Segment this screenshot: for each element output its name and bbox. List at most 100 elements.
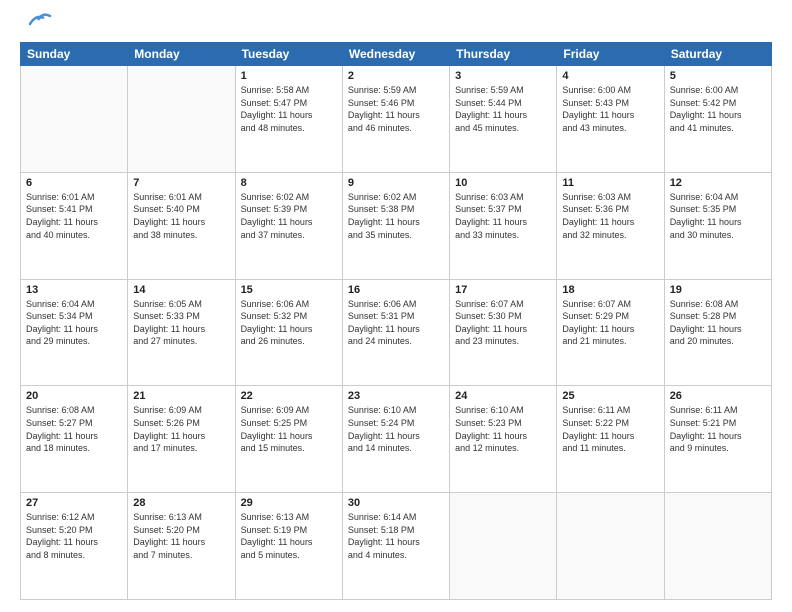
calendar-cell: 6 Sunrise: 6:01 AM Sunset: 5:41 PM Daylig…	[21, 172, 128, 279]
day-number: 16	[348, 284, 444, 296]
calendar-cell	[21, 66, 128, 173]
calendar-cell: 4 Sunrise: 6:00 AM Sunset: 5:43 PM Daylig…	[557, 66, 664, 173]
day-info: Sunrise: 6:07 AM Sunset: 5:29 PM Dayligh…	[562, 298, 658, 348]
calendar-cell: 18 Sunrise: 6:07 AM Sunset: 5:29 PM Dayli…	[557, 279, 664, 386]
calendar-cell: 25 Sunrise: 6:11 AM Sunset: 5:22 PM Dayli…	[557, 386, 664, 493]
day-number: 18	[562, 284, 658, 296]
calendar-cell	[557, 493, 664, 600]
day-number: 8	[241, 177, 337, 189]
day-number: 13	[26, 284, 122, 296]
weekday-header: Monday	[128, 43, 235, 66]
calendar-cell: 27 Sunrise: 6:12 AM Sunset: 5:20 PM Dayli…	[21, 493, 128, 600]
calendar-week-row: 20 Sunrise: 6:08 AM Sunset: 5:27 PM Dayli…	[21, 386, 772, 493]
day-info: Sunrise: 6:04 AM Sunset: 5:35 PM Dayligh…	[670, 191, 766, 241]
day-info: Sunrise: 5:59 AM Sunset: 5:44 PM Dayligh…	[455, 84, 551, 134]
weekday-header: Tuesday	[235, 43, 342, 66]
day-number: 9	[348, 177, 444, 189]
day-info: Sunrise: 6:01 AM Sunset: 5:40 PM Dayligh…	[133, 191, 229, 241]
calendar-cell: 13 Sunrise: 6:04 AM Sunset: 5:34 PM Dayli…	[21, 279, 128, 386]
day-info: Sunrise: 6:09 AM Sunset: 5:26 PM Dayligh…	[133, 404, 229, 454]
calendar-cell: 14Sunrise: 6:05 AM Sunset: 5:33 PM Dayli…	[128, 279, 235, 386]
weekday-header: Sunday	[21, 43, 128, 66]
calendar-cell: 16 Sunrise: 6:06 AM Sunset: 5:31 PM Dayli…	[342, 279, 449, 386]
day-info: Sunrise: 6:05 AM Sunset: 5:33 PM Dayligh…	[133, 298, 229, 348]
calendar-cell: 26Sunrise: 6:11 AM Sunset: 5:21 PM Dayli…	[664, 386, 771, 493]
calendar-table: SundayMondayTuesdayWednesdayThursdayFrid…	[20, 42, 772, 600]
calendar-cell: 24Sunrise: 6:10 AM Sunset: 5:23 PM Dayli…	[450, 386, 557, 493]
day-number: 20	[26, 390, 122, 402]
day-info: Sunrise: 6:08 AM Sunset: 5:28 PM Dayligh…	[670, 298, 766, 348]
logo-bird-icon	[22, 10, 54, 32]
day-info: Sunrise: 5:58 AM Sunset: 5:47 PM Dayligh…	[241, 84, 337, 134]
day-info: Sunrise: 6:01 AM Sunset: 5:41 PM Dayligh…	[26, 191, 122, 241]
calendar-cell: 5 Sunrise: 6:00 AM Sunset: 5:42 PM Daylig…	[664, 66, 771, 173]
calendar-cell: 22 Sunrise: 6:09 AM Sunset: 5:25 PM Dayli…	[235, 386, 342, 493]
day-info: Sunrise: 6:12 AM Sunset: 5:20 PM Dayligh…	[26, 511, 122, 561]
calendar-cell	[664, 493, 771, 600]
day-info: Sunrise: 6:06 AM Sunset: 5:32 PM Dayligh…	[241, 298, 337, 348]
day-number: 6	[26, 177, 122, 189]
calendar-cell: 10 Sunrise: 6:03 AM Sunset: 5:37 PM Dayli…	[450, 172, 557, 279]
day-number: 30	[348, 497, 444, 509]
day-info: Sunrise: 6:03 AM Sunset: 5:37 PM Dayligh…	[455, 191, 551, 241]
calendar-week-row: 1 Sunrise: 5:58 AM Sunset: 5:47 PM Daylig…	[21, 66, 772, 173]
day-info: Sunrise: 6:04 AM Sunset: 5:34 PM Dayligh…	[26, 298, 122, 348]
calendar-cell: 20 Sunrise: 6:08 AM Sunset: 5:27 PM Dayli…	[21, 386, 128, 493]
page: SundayMondayTuesdayWednesdayThursdayFrid…	[0, 0, 792, 612]
day-info: Sunrise: 6:13 AM Sunset: 5:19 PM Dayligh…	[241, 511, 337, 561]
calendar-cell: 23 Sunrise: 6:10 AM Sunset: 5:24 PM Dayli…	[342, 386, 449, 493]
calendar-cell: 28 Sunrise: 6:13 AM Sunset: 5:20 PM Dayli…	[128, 493, 235, 600]
day-number: 7	[133, 177, 229, 189]
day-info: Sunrise: 6:10 AM Sunset: 5:24 PM Dayligh…	[348, 404, 444, 454]
calendar-cell: 12 Sunrise: 6:04 AM Sunset: 5:35 PM Dayli…	[664, 172, 771, 279]
calendar-week-row: 27 Sunrise: 6:12 AM Sunset: 5:20 PM Dayli…	[21, 493, 772, 600]
day-info: Sunrise: 6:03 AM Sunset: 5:36 PM Dayligh…	[562, 191, 658, 241]
day-number: 25	[562, 390, 658, 402]
day-info: Sunrise: 6:14 AM Sunset: 5:18 PM Dayligh…	[348, 511, 444, 561]
calendar-header-row: SundayMondayTuesdayWednesdayThursdayFrid…	[21, 43, 772, 66]
day-info: Sunrise: 6:06 AM Sunset: 5:31 PM Dayligh…	[348, 298, 444, 348]
calendar-cell	[450, 493, 557, 600]
day-number: 4	[562, 70, 658, 82]
calendar-cell: 2 Sunrise: 5:59 AM Sunset: 5:46 PM Daylig…	[342, 66, 449, 173]
day-info: Sunrise: 6:11 AM Sunset: 5:22 PM Dayligh…	[562, 404, 658, 454]
day-number: 3	[455, 70, 551, 82]
calendar-cell: 21 Sunrise: 6:09 AM Sunset: 5:26 PM Dayli…	[128, 386, 235, 493]
day-number: 28	[133, 497, 229, 509]
day-number: 21	[133, 390, 229, 402]
weekday-header: Wednesday	[342, 43, 449, 66]
calendar-week-row: 13 Sunrise: 6:04 AM Sunset: 5:34 PM Dayli…	[21, 279, 772, 386]
day-number: 29	[241, 497, 337, 509]
day-info: Sunrise: 6:02 AM Sunset: 5:38 PM Dayligh…	[348, 191, 444, 241]
weekday-header: Friday	[557, 43, 664, 66]
day-info: Sunrise: 6:09 AM Sunset: 5:25 PM Dayligh…	[241, 404, 337, 454]
day-number: 27	[26, 497, 122, 509]
day-number: 5	[670, 70, 766, 82]
day-info: Sunrise: 6:08 AM Sunset: 5:27 PM Dayligh…	[26, 404, 122, 454]
calendar-cell: 17Sunrise: 6:07 AM Sunset: 5:30 PM Dayli…	[450, 279, 557, 386]
calendar-cell: 11 Sunrise: 6:03 AM Sunset: 5:36 PM Dayli…	[557, 172, 664, 279]
day-number: 2	[348, 70, 444, 82]
day-info: Sunrise: 6:02 AM Sunset: 5:39 PM Dayligh…	[241, 191, 337, 241]
day-info: Sunrise: 6:13 AM Sunset: 5:20 PM Dayligh…	[133, 511, 229, 561]
day-number: 1	[241, 70, 337, 82]
day-number: 15	[241, 284, 337, 296]
logo	[20, 16, 54, 32]
calendar-cell: 1 Sunrise: 5:58 AM Sunset: 5:47 PM Daylig…	[235, 66, 342, 173]
day-number: 19	[670, 284, 766, 296]
day-number: 22	[241, 390, 337, 402]
day-info: Sunrise: 5:59 AM Sunset: 5:46 PM Dayligh…	[348, 84, 444, 134]
calendar-week-row: 6 Sunrise: 6:01 AM Sunset: 5:41 PM Daylig…	[21, 172, 772, 279]
day-number: 11	[562, 177, 658, 189]
calendar-cell: 19 Sunrise: 6:08 AM Sunset: 5:28 PM Dayli…	[664, 279, 771, 386]
day-number: 23	[348, 390, 444, 402]
calendar-cell: 9 Sunrise: 6:02 AM Sunset: 5:38 PM Daylig…	[342, 172, 449, 279]
day-info: Sunrise: 6:00 AM Sunset: 5:43 PM Dayligh…	[562, 84, 658, 134]
weekday-header: Thursday	[450, 43, 557, 66]
day-number: 10	[455, 177, 551, 189]
header	[20, 16, 772, 32]
calendar-cell: 15 Sunrise: 6:06 AM Sunset: 5:32 PM Dayli…	[235, 279, 342, 386]
day-number: 12	[670, 177, 766, 189]
calendar-cell: 29 Sunrise: 6:13 AM Sunset: 5:19 PM Dayli…	[235, 493, 342, 600]
day-info: Sunrise: 6:00 AM Sunset: 5:42 PM Dayligh…	[670, 84, 766, 134]
